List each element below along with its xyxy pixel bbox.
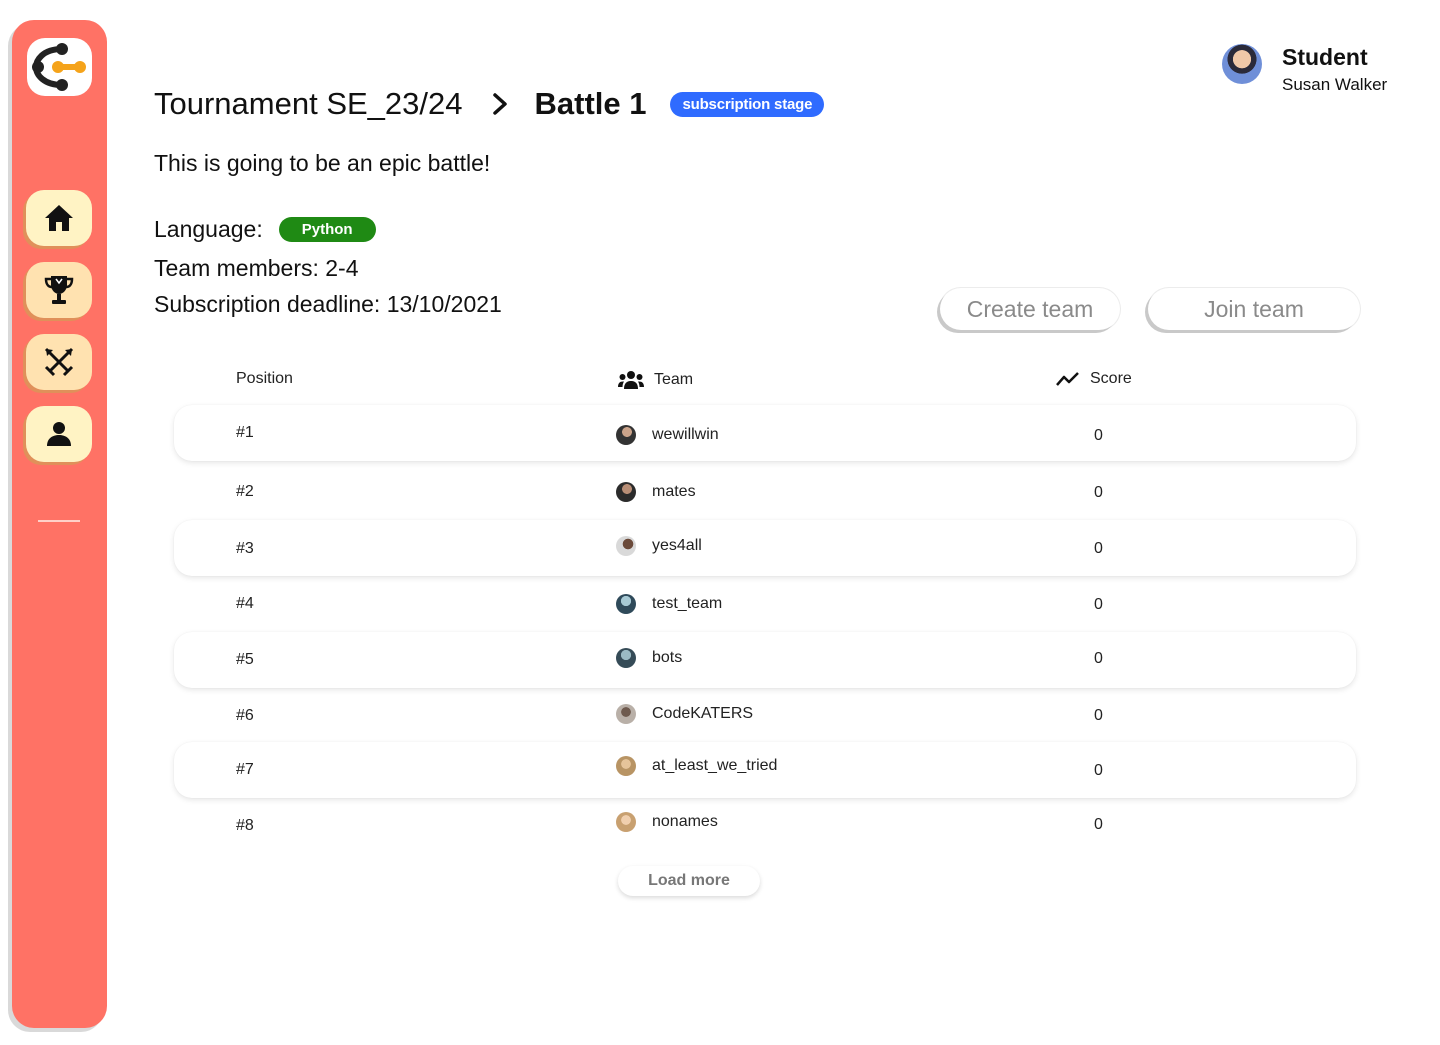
team-name: yes4all — [652, 537, 702, 554]
breadcrumb: Tournament SE_23/24 Battle 1 subscriptio… — [154, 86, 825, 122]
row-score: 0 — [1094, 427, 1103, 444]
row-team: CodeKATERS — [616, 704, 753, 724]
table-row[interactable]: #4 test_team 0 — [174, 576, 1356, 632]
team-name: bots — [652, 649, 683, 666]
row-position: #7 — [236, 761, 254, 778]
row-team: at_least_we_tried — [616, 756, 777, 776]
column-header-team: Team — [618, 370, 693, 390]
row-team: yes4all — [616, 536, 702, 556]
logo-icon — [31, 43, 86, 91]
team-avatar — [616, 594, 636, 614]
table-header: Position Team Score — [0, 370, 1440, 394]
team-avatar — [616, 482, 636, 502]
table-row[interactable]: #7 at_least_we_tried 0 — [174, 742, 1356, 798]
table-row[interactable]: #5 bots 0 — [174, 632, 1356, 688]
join-team-button[interactable]: Join team — [1148, 288, 1360, 330]
language-label: Language: — [154, 216, 263, 242]
breadcrumb-tournament[interactable]: Tournament SE_23/24 — [154, 86, 463, 122]
row-team: bots — [616, 648, 682, 668]
language-row: Language: Python — [154, 216, 376, 243]
row-position: #8 — [236, 817, 254, 834]
language-badge: Python — [278, 217, 376, 242]
table-row[interactable]: #3 yes4all 0 — [174, 520, 1356, 576]
table-row[interactable]: #2 mates 0 — [174, 462, 1356, 518]
table-row[interactable]: #6 CodeKATERS 0 — [174, 688, 1356, 744]
row-team: wewillwin — [616, 425, 719, 445]
row-position: #5 — [236, 651, 254, 668]
column-header-team-label: Team — [654, 371, 694, 388]
table-row[interactable]: #1 wewillwin 0 — [174, 405, 1356, 461]
team-avatar — [616, 704, 636, 724]
column-header-position: Position — [236, 370, 293, 388]
team-avatar — [616, 812, 636, 832]
nav-profile-button[interactable] — [26, 406, 92, 462]
user-role: Student — [1282, 44, 1368, 70]
row-score: 0 — [1094, 650, 1103, 667]
row-score: 0 — [1094, 484, 1103, 501]
battle-description: This is going to be an epic battle! — [154, 150, 491, 176]
row-position: #3 — [236, 540, 254, 557]
load-more-button[interactable]: Load more — [618, 866, 760, 896]
column-header-score: Score — [1056, 370, 1132, 388]
page-title: Battle 1 — [534, 86, 647, 121]
team-avatar — [616, 756, 636, 776]
row-team: mates — [616, 482, 696, 502]
user-name: Susan Walker — [1282, 75, 1388, 94]
nav-tournaments-button[interactable] — [26, 262, 92, 318]
table-row[interactable]: #8 nonames 0 — [174, 798, 1356, 854]
subscription-deadline-info: Subscription deadline: 13/10/2021 — [154, 291, 502, 317]
team-name: test_team — [652, 595, 723, 612]
row-score: 0 — [1094, 540, 1103, 557]
column-header-position-label: Position — [236, 370, 293, 387]
avatar — [1222, 44, 1262, 84]
row-position: #1 — [236, 424, 254, 441]
sidebar — [12, 20, 107, 1028]
row-team: test_team — [616, 594, 722, 614]
row-position: #2 — [236, 483, 254, 500]
row-score: 0 — [1094, 816, 1103, 833]
home-icon — [45, 205, 73, 231]
column-header-score-label: Score — [1090, 370, 1132, 387]
row-position: #4 — [236, 595, 254, 612]
profile-icon — [47, 422, 71, 446]
row-score: 0 — [1094, 707, 1103, 724]
sidebar-divider — [38, 520, 80, 522]
row-score: 0 — [1094, 762, 1103, 779]
chevron-right-icon — [491, 92, 509, 116]
team-name: wewillwin — [652, 426, 719, 443]
team-avatar — [616, 536, 636, 556]
trend-icon — [1056, 372, 1079, 386]
team-name: CodeKATERS — [652, 705, 754, 722]
team-members-info: Team members: 2-4 — [154, 255, 359, 281]
trophy-icon — [44, 276, 74, 304]
stage-badge: subscription stage — [670, 91, 825, 117]
app-logo[interactable] — [27, 38, 92, 96]
team-name: mates — [652, 483, 696, 500]
row-position: #6 — [236, 707, 254, 724]
team-name: nonames — [652, 813, 718, 830]
user-profile[interactable]: Student Susan Walker — [1222, 44, 1387, 95]
team-icon — [618, 371, 644, 389]
nav-home-button[interactable] — [26, 190, 92, 246]
row-score: 0 — [1094, 596, 1103, 613]
row-team: nonames — [616, 812, 718, 832]
team-avatar — [616, 425, 636, 445]
team-name: at_least_we_tried — [652, 757, 778, 774]
team-avatar — [616, 648, 636, 668]
create-team-button[interactable]: Create team — [940, 288, 1120, 330]
